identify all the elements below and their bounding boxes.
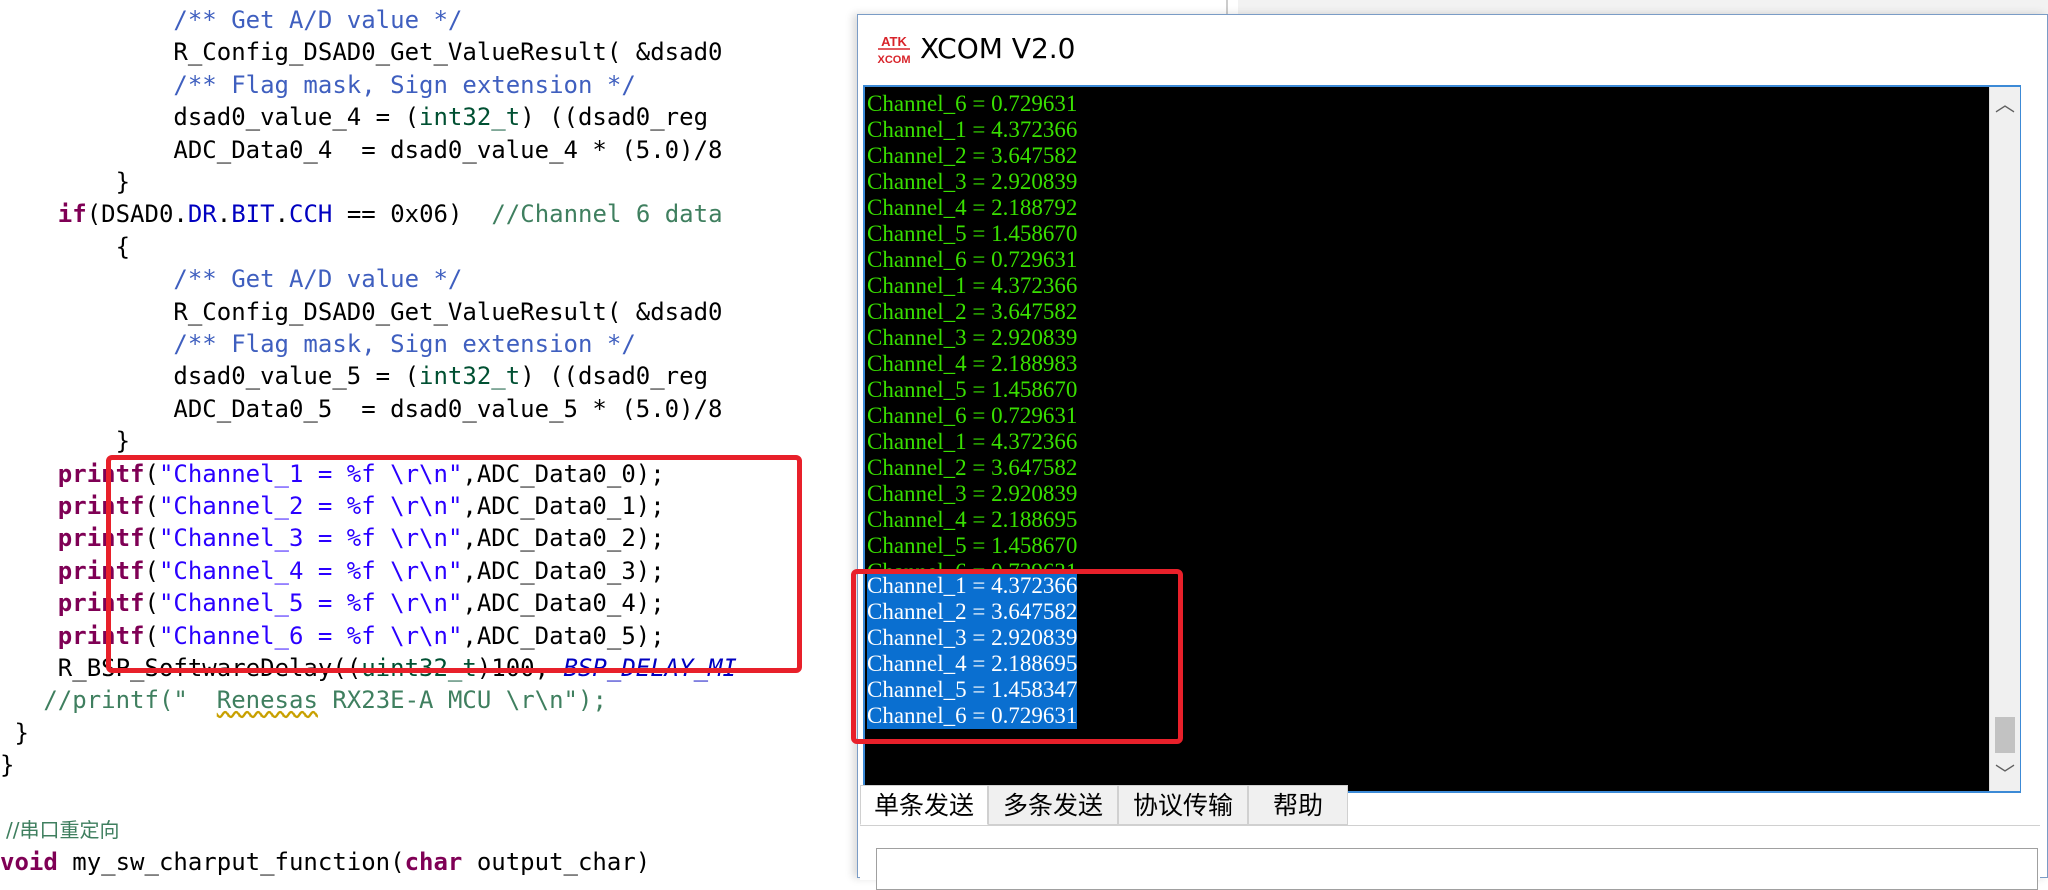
terminal-line: Channel_1 = 4.372366 <box>867 429 1078 454</box>
printf-highlight-box <box>106 455 802 673</box>
terminal-line: Channel_2 = 3.647582 <box>867 455 1078 480</box>
code-line: dsad0_value_4 = (int32_t) ((dsad0_reg <box>0 101 708 133</box>
code-token: BIT <box>231 200 275 229</box>
terminal-line: Channel_6 = 0.729631 <box>867 91 1078 116</box>
code-token: ) ((dsad0_reg <box>520 103 709 132</box>
code-line: /** Flag mask, Sign extension */ <box>0 328 636 360</box>
uart-redirect-comment: //串口重定向 <box>6 818 120 842</box>
code-line: } <box>0 425 130 457</box>
code-token: ) ((dsad0_reg <box>520 362 709 391</box>
code-token: int32_t <box>419 103 521 132</box>
code-line: if(DSAD0.DR.BIT.CCH == 0x06) //Channel 6… <box>0 198 723 230</box>
terminal-line: Channel_2 = 3.647582 <box>867 143 1078 168</box>
terminal-line: Channel_5 = 1.458670 <box>867 221 1078 246</box>
code-line: R_Config_DSAD0_Get_ValueResult( &dsad0 <box>0 296 722 328</box>
code-line: } <box>0 749 14 781</box>
code-token: CCH <box>289 200 333 229</box>
scroll-thumb[interactable] <box>1995 717 2015 753</box>
code-token: //Channel 6 data <box>491 200 723 229</box>
terminal-line: Channel_3 = 2.920839 <box>867 325 1078 350</box>
terminal-line: Channel_5 = 1.458670 <box>867 533 1078 558</box>
background-toolbar <box>1238 0 2048 15</box>
code-line: /** Flag mask, Sign extension */ <box>0 69 636 101</box>
code-line: } <box>0 717 29 749</box>
code-line: R_Config_DSAD0_Get_ValueResult( &dsad0 <box>0 36 722 68</box>
xcom-window[interactable]: ATK XCOM XCOM V2.0 Channel_6 = 0.729631 C… <box>857 14 2048 890</box>
code-token: } <box>115 427 131 456</box>
code-line: void my_sw_charput_function(char output_… <box>0 846 650 878</box>
scroll-down-icon[interactable]: ﹀ <box>1990 759 2020 789</box>
code-token: /** Flag mask, Sign extension */ <box>173 70 636 99</box>
terminal-line: Channel_6 = 0.729631 <box>867 247 1078 272</box>
code-token: ADC_Data0_5 = dsad0_value_5 * (5.0)/8 <box>173 394 723 423</box>
svg-text:XCOM: XCOM <box>878 54 911 66</box>
background-divider <box>1226 0 1228 14</box>
code-token: char <box>404 848 463 877</box>
code-token: /** Get A/D value */ <box>173 6 463 34</box>
send-panel <box>860 825 2040 890</box>
code-token: R_Config_DSAD0_Get_ValueResult( &dsad0 <box>173 297 723 326</box>
code-token: dsad0_value_4 = ( <box>173 103 420 132</box>
code-token: /** Get A/D value */ <box>173 265 463 294</box>
code-token: if <box>57 200 87 229</box>
code-token: Renesas <box>216 686 318 715</box>
code-token: dsad0_value_5 = ( <box>173 362 420 391</box>
terminal-line: Channel_2 = 3.647582 <box>867 299 1078 324</box>
code-token: RX23E-A MCU \r\n"); <box>317 686 607 715</box>
terminal-scrollbar[interactable]: ︿ ﹀ <box>1989 87 2020 791</box>
terminal-line: Channel_4 = 2.188792 <box>867 195 1078 220</box>
tab-multi-send[interactable]: 多条发送 <box>988 785 1118 825</box>
code-token: my_sw_charput_function( <box>57 848 405 877</box>
code-editor[interactable]: /** Get A/D value */ R_Config_DSAD0_Get_… <box>0 0 870 878</box>
tab-single-send[interactable]: 单条发送 <box>860 785 988 825</box>
code-token: . <box>274 200 290 229</box>
terminal-line: Channel_4 = 2.188983 <box>867 351 1078 376</box>
code-token: R_Config_DSAD0_Get_ValueResult( &dsad0 <box>173 38 723 67</box>
code-token: } <box>0 751 15 780</box>
terminal-line: Channel_1 = 4.372366 <box>867 273 1078 298</box>
code-token: void <box>0 848 58 877</box>
code-token: } <box>14 718 29 747</box>
code-line: //printf(" Renesas RX23E-A MCU \r\n"); <box>0 684 607 716</box>
xcom-titlebar[interactable]: ATK XCOM XCOM V2.0 <box>858 15 2047 83</box>
svg-text:ATK: ATK <box>881 34 907 49</box>
code-token: } <box>115 168 131 196</box>
terminal-line: Channel_1 = 4.372366 <box>867 117 1078 142</box>
tab-help[interactable]: 帮助 <box>1248 785 1348 825</box>
send-input[interactable] <box>876 848 2038 890</box>
code-token: DR <box>187 200 217 229</box>
code-token: //printf(" <box>43 686 217 715</box>
terminal-line: Channel_5 = 1.458670 <box>867 377 1078 402</box>
terminal-line: Channel_6 = 0.729631 <box>867 403 1078 428</box>
code-token: == 0x06) <box>332 200 492 229</box>
code-token: . <box>216 200 232 229</box>
terminal-highlight-box <box>851 569 1183 744</box>
code-line: ADC_Data0_5 = dsad0_value_5 * (5.0)/8 <box>0 393 722 425</box>
code-line: dsad0_value_5 = (int32_t) ((dsad0_reg <box>0 360 708 392</box>
code-token: int32_t <box>419 362 521 391</box>
code-line: } <box>0 166 130 198</box>
terminal-line: Channel_4 = 2.188695 <box>867 507 1078 532</box>
terminal-line: Channel_3 = 2.920839 <box>867 481 1078 506</box>
xcom-title: XCOM V2.0 <box>920 32 1076 65</box>
code-token: { <box>115 232 131 261</box>
code-token: ADC_Data0_4 = dsad0_value_4 * (5.0)/8 <box>173 135 723 164</box>
atk-logo-icon: ATK XCOM <box>878 34 911 66</box>
code-token: /** Flag mask, Sign extension */ <box>173 330 636 358</box>
code-line: { <box>0 231 130 263</box>
code-line: ADC_Data0_4 = dsad0_value_4 * (5.0)/8 <box>0 134 722 166</box>
code-line: /** Get A/D value */ <box>0 4 462 36</box>
code-token: (DSAD0. <box>86 200 188 229</box>
terminal-line: Channel_3 = 2.920839 <box>867 169 1078 194</box>
tab-protocol[interactable]: 协议传输 <box>1118 785 1248 825</box>
scroll-up-icon[interactable]: ︿ <box>1990 89 2020 119</box>
code-line: /** Get A/D value */ <box>0 263 462 295</box>
code-token: output_char) <box>462 848 651 877</box>
